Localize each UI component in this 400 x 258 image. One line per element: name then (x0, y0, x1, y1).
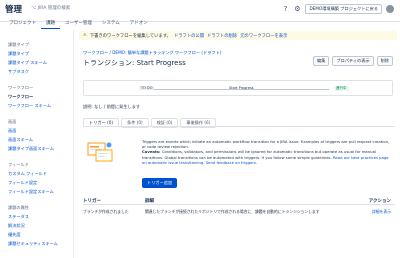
sidebar-heading-issue-attributes: 課題の属性 (8, 205, 29, 210)
help-icon[interactable]: ? (281, 5, 289, 13)
main-content: ⚠ 下書きのワークフローを編集しています。 ドラフトの公開 ドラフトの削除 元の… (79, 30, 397, 258)
header-actions: 編集 プロパティの表示 削除 (312, 56, 393, 66)
triggers-info: Triggers are events which initiate an au… (142, 139, 390, 165)
sidebar-item-resolutions[interactable]: 解決状況 (8, 223, 73, 229)
gear-icon[interactable]: ⚙ (293, 5, 301, 13)
view-properties-button[interactable]: プロパティの表示 (332, 56, 374, 66)
view-details-link[interactable]: 詳細を表示 (372, 209, 391, 215)
avatar[interactable] (386, 5, 394, 13)
admin-search-hint[interactable]: ⌥ JIRA 管理の検索 (31, 5, 70, 11)
column-header-detail: 詳細 (145, 199, 154, 204)
table-row: ブランチが作成されました 関連したブランチが接続されたリポジトリで作成される場合… (83, 207, 395, 217)
tabs-divider (83, 126, 395, 127)
page-title: トランジション: Start Progress (83, 59, 186, 67)
sidebar-item-workflows[interactable]: ワークフロー (8, 94, 73, 100)
sidebar-item-statuses[interactable]: ステータス (8, 214, 73, 220)
send-feedback-link[interactable]: Send feedback on triggers. (206, 160, 257, 165)
sidebar-item-field-configurations[interactable]: フィールド設定 (8, 180, 73, 186)
tab-user-management[interactable]: ユーザー管理 (60, 18, 97, 29)
to-status: 進行中 (334, 86, 349, 91)
publish-draft-link[interactable]: ドラフトの公開 (174, 33, 204, 39)
add-trigger-button[interactable]: トリガー追加 (142, 178, 178, 188)
breadcrumb[interactable]: ワークフロー / DEMO: 簡単な課題トラッキング ワークフロー (ドラフト) (83, 50, 221, 56)
trigger-name: ブランチが作成されました (83, 209, 129, 214)
sidebar-item-issue-type-scheme[interactable]: 課題タイプ スキーム (8, 60, 73, 66)
sidebar-item-screen-schemes[interactable]: 画面スキーム (8, 137, 73, 143)
sidebar-item-issue-types[interactable]: 課題タイプ (8, 51, 73, 57)
from-status: TO DO (139, 86, 155, 90)
triggers-caveats: Caveats: Conditions, validators, and per… (142, 149, 390, 165)
sidebar-item-priorities[interactable]: 優先度 (8, 232, 73, 238)
triggers-intro: Triggers are events which initiate an au… (142, 139, 390, 150)
transition-description: 説明: なし / 前提に発生します (83, 104, 141, 109)
sidebar: 課題タイプ 課題タイプ 課題タイプ スキーム サブタスク ワークフロー ワークフ… (0, 30, 74, 258)
delete-button[interactable]: 削除 (376, 56, 393, 66)
tab-addons[interactable]: アドオン (125, 18, 153, 29)
sidebar-item-issue-security-schemes[interactable]: 課題セキュリティスキーム (8, 241, 73, 247)
tab-projects[interactable]: プロジェクト (4, 18, 41, 29)
column-header-trigger: トリガー (83, 199, 101, 204)
column-header-action: アクション (368, 199, 391, 204)
sidebar-item-screens[interactable]: 画面 (8, 128, 73, 134)
sidebar-item-custom-fields[interactable]: カスタム フィールド (8, 171, 73, 177)
triggers-illustration-icon (87, 142, 113, 162)
edit-button[interactable]: 編集 (312, 56, 330, 66)
discard-draft-link[interactable]: ドラフトの削除 (207, 33, 237, 39)
page-brand: 管理 (5, 5, 23, 15)
env-project-button[interactable]: DEMO環境構築 プロジェクトに戻る (305, 4, 382, 14)
triggers-table-header: トリガー 詳細 アクション (83, 196, 395, 205)
transition-name: Start Progress (229, 86, 254, 90)
admin-nav: プロジェクト 課題 ユーザー管理 システム アドオン (0, 18, 400, 29)
warning-icon: ⚠ (83, 33, 87, 38)
sidebar-heading-screens: 画面 (8, 119, 17, 124)
sidebar-heading-workflows: ワークフロー (8, 85, 34, 90)
tab-system[interactable]: システム (97, 18, 125, 29)
sidebar-heading-fields: フィールド (8, 162, 29, 167)
sidebar-heading-issue-types: 課題タイプ (8, 42, 29, 47)
draft-banner-text: 下書きのワークフローを編集しています。 (89, 33, 171, 39)
header-right: ? ⚙ DEMO環境構築 プロジェクトに戻る (281, 4, 394, 14)
draft-banner: ⚠ 下書きのワークフローを編集しています。 ドラフトの公開 ドラフトの削除 元の… (79, 31, 397, 40)
transition-diagram: TO DO Start Progress 進行中 (83, 80, 393, 96)
tab-issues[interactable]: 課題 (41, 18, 60, 29)
trigger-detail: 関連したブランチが接続されたリポジトリで作成される場合に、課題を自動的にトランジ… (145, 209, 320, 214)
view-original-link[interactable]: 元のワークフローを表示 (240, 33, 287, 39)
